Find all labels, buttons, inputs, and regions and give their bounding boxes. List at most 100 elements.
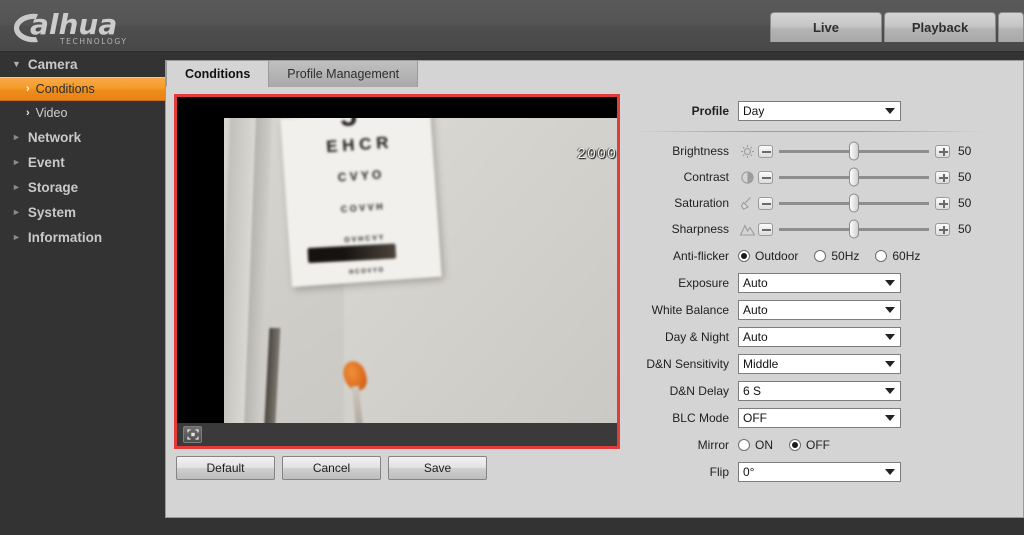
mirror-option-off[interactable]: OFF: [789, 438, 830, 452]
slider-thumb[interactable]: [849, 219, 859, 239]
triangle-right-icon: ►: [12, 132, 21, 142]
sharpness-plus-button[interactable]: [935, 222, 950, 236]
video-scene: 5 E H C R C V Y O C O V V H O V H C V Y …: [224, 118, 617, 423]
dn-delay-row: D&N Delay 6 S: [628, 377, 1018, 404]
day-night-value: Auto: [743, 329, 768, 344]
radio-icon: [738, 249, 750, 262]
exposure-value: Auto: [743, 275, 768, 290]
video-preview[interactable]: 5 E H C R C V Y O C O V V H O V H C V Y …: [174, 94, 620, 449]
sharpness-minus-button[interactable]: [758, 222, 773, 236]
dn-sensitivity-value: Middle: [743, 356, 779, 371]
profile-value: Day: [743, 103, 765, 118]
blc-mode-select[interactable]: OFF: [738, 407, 901, 428]
video-toolbar: [177, 423, 617, 446]
dn-sensitivity-select[interactable]: Middle: [738, 353, 901, 374]
anti-flicker-50hz-label: 50Hz: [831, 248, 860, 263]
day-night-label: Day & Night: [664, 329, 729, 344]
brightness-icon: [738, 143, 757, 160]
sidebar-label-camera: Camera: [27, 57, 78, 72]
contrast-plus-button[interactable]: [935, 170, 950, 184]
exposure-row: Exposure Auto: [628, 269, 1018, 296]
eye-chart-row: C O V V H: [340, 201, 383, 214]
sidebar-item-information[interactable]: ► Information: [0, 225, 165, 250]
chevron-down-icon: [885, 360, 895, 367]
fullscreen-icon[interactable]: [183, 426, 202, 443]
sidebar-item-camera[interactable]: ▼ Camera: [0, 52, 165, 77]
triangle-right-icon: ►: [12, 232, 21, 242]
profile-select[interactable]: Day: [738, 100, 901, 121]
sidebar-item-event[interactable]: ► Event: [0, 150, 165, 175]
video-timestamp: 2000: [576, 146, 617, 163]
camera-config-page: alhua TECHNOLOGY Live Playback ▼ Camera …: [0, 0, 1024, 535]
triangle-right-icon: ►: [12, 182, 21, 192]
top-tab-bar: Live Playback: [770, 12, 1024, 42]
slider-thumb[interactable]: [849, 167, 859, 187]
svg-text:TECHNOLOGY: TECHNOLOGY: [59, 37, 128, 46]
sharpness-slider[interactable]: [779, 219, 929, 239]
tab-overflow[interactable]: [998, 12, 1024, 42]
saturation-minus-button[interactable]: [758, 196, 773, 210]
anti-flicker-option-outdoor[interactable]: Outdoor: [738, 249, 798, 263]
dn-sensitivity-label: D&N Sensitivity: [646, 356, 729, 371]
contrast-icon: [738, 169, 757, 186]
dahua-logo: alhua TECHNOLOGY: [8, 3, 188, 49]
triangle-right-icon: ►: [12, 207, 21, 217]
tab-profile-management[interactable]: Profile Management: [268, 60, 419, 87]
chevron-down-icon: [885, 107, 895, 114]
brightness-label: Brightness: [672, 144, 729, 158]
profile-label: Profile: [691, 103, 729, 118]
dn-delay-select[interactable]: 6 S: [738, 380, 901, 401]
sharpness-row: Sharpness 50: [628, 216, 1018, 242]
dn-delay-value: 6 S: [743, 383, 762, 398]
profile-row: Profile Day: [628, 97, 1018, 124]
mirror-option-on[interactable]: ON: [738, 438, 773, 452]
flip-select[interactable]: 0°: [738, 461, 901, 482]
content-panel: Conditions Profile Management 5 E H C R …: [165, 60, 1024, 518]
cancel-button[interactable]: Cancel: [282, 456, 381, 480]
white-balance-select[interactable]: Auto: [738, 299, 901, 320]
brightness-minus-button[interactable]: [758, 144, 773, 158]
sidebar-item-conditions[interactable]: › Conditions: [0, 77, 165, 101]
white-balance-value: Auto: [743, 302, 768, 317]
sidebar-item-storage[interactable]: ► Storage: [0, 175, 165, 200]
sidebar-item-system[interactable]: ► System: [0, 200, 165, 225]
brightness-slider[interactable]: [779, 141, 929, 161]
mirror-label: Mirror: [697, 437, 729, 452]
eye-chart: 5 E H C R C V Y O C O V V H O V H C V Y …: [280, 118, 442, 288]
tab-playback[interactable]: Playback: [884, 12, 996, 42]
contrast-minus-button[interactable]: [758, 170, 773, 184]
app-header: alhua TECHNOLOGY Live Playback: [0, 0, 1024, 52]
save-button[interactable]: Save: [388, 456, 487, 480]
slider-thumb[interactable]: [849, 193, 859, 213]
saturation-row: Saturation 50: [628, 190, 1018, 216]
contrast-value: 50: [958, 170, 972, 184]
content-tab-bar: Conditions Profile Management: [166, 60, 419, 87]
white-balance-row: White Balance Auto: [628, 296, 1018, 323]
sidebar-item-video[interactable]: › Video: [0, 101, 165, 125]
flip-label: Flip: [709, 464, 729, 479]
saturation-plus-button[interactable]: [935, 196, 950, 210]
default-button[interactable]: Default: [176, 456, 275, 480]
contrast-slider[interactable]: [779, 167, 929, 187]
sharpness-label: Sharpness: [671, 222, 729, 236]
anti-flicker-label: Anti-flicker: [672, 248, 729, 263]
brightness-plus-button[interactable]: [935, 144, 950, 158]
blc-mode-value: OFF: [743, 410, 767, 425]
radio-icon: [875, 249, 888, 262]
chevron-down-icon: [885, 414, 895, 421]
slider-thumb[interactable]: [849, 141, 859, 161]
exposure-select[interactable]: Auto: [738, 272, 901, 293]
tab-conditions[interactable]: Conditions: [166, 60, 270, 87]
white-balance-label: White Balance: [651, 302, 729, 317]
contrast-label: Contrast: [683, 170, 729, 184]
sidebar-group-camera: ▼ Camera › Conditions › Video: [0, 52, 165, 125]
sharpness-icon: [738, 221, 757, 238]
day-night-select[interactable]: Auto: [738, 326, 901, 347]
sidebar-label-system: System: [27, 205, 76, 220]
tab-live[interactable]: Live: [770, 12, 882, 42]
anti-flicker-option-50hz[interactable]: 50Hz: [814, 249, 859, 263]
sidebar-item-network[interactable]: ► Network: [0, 125, 165, 150]
radio-icon: [814, 249, 827, 262]
anti-flicker-option-60hz[interactable]: 60Hz: [875, 249, 920, 263]
saturation-slider[interactable]: [779, 193, 929, 213]
